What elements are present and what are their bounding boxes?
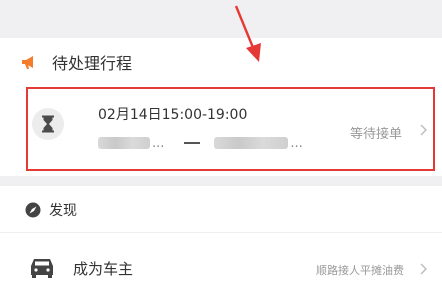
car-icon — [31, 259, 53, 278]
section-title: 待处理行程 — [52, 54, 133, 73]
highlight-box — [26, 87, 435, 171]
annotation-arrow — [234, 5, 261, 62]
discover-title: 发现 — [49, 203, 77, 219]
become-owner-description: 顺路接人平摊油费 — [316, 264, 404, 277]
discover-header: 发现 — [25, 200, 77, 220]
chevron-right-icon — [420, 263, 427, 275]
become-owner-label: 成为车主 — [73, 260, 134, 278]
megaphone-icon — [22, 56, 33, 69]
pending-trips-header: 待处理行程 — [20, 50, 132, 74]
divider — [0, 232, 442, 233]
compass-icon — [25, 202, 41, 218]
